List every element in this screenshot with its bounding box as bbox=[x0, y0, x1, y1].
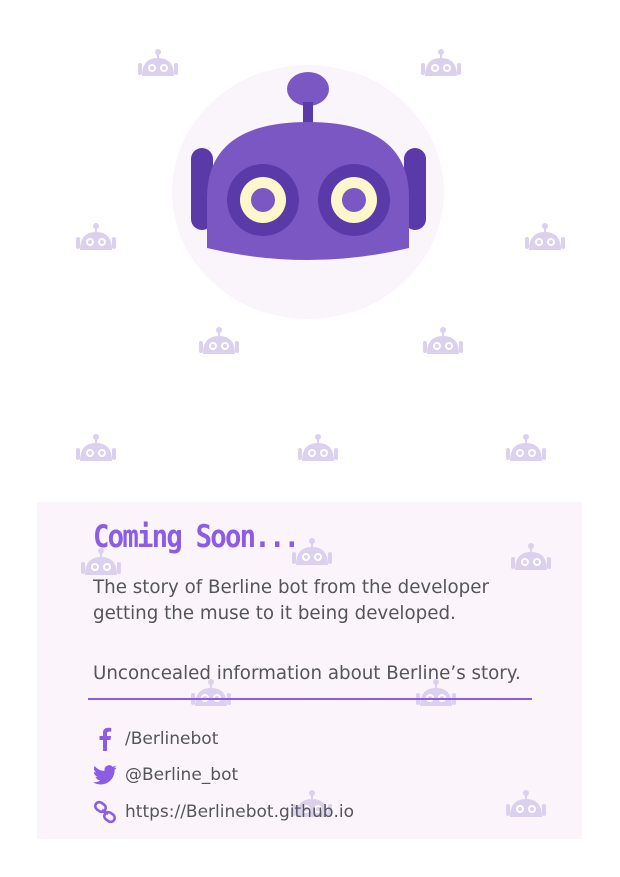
link-icon bbox=[93, 800, 117, 824]
social-link-facebook[interactable]: /Berlinebot bbox=[93, 726, 218, 752]
website-url[interactable]: https://Berlinebot.github.io bbox=[125, 802, 354, 822]
twitter-icon bbox=[93, 763, 117, 787]
watermark-bot-icon bbox=[422, 326, 464, 360]
watermark-bot-icon bbox=[297, 433, 339, 467]
coming-soon-title: Coming Soon... bbox=[93, 519, 300, 555]
twitter-handle[interactable]: @Berline_bot bbox=[125, 765, 238, 785]
social-link-twitter[interactable]: @Berline_bot bbox=[93, 762, 238, 788]
watermark-bot-icon bbox=[505, 789, 547, 823]
facebook-icon bbox=[93, 727, 117, 751]
story-info-text: Unconcealed information about Berline’s … bbox=[93, 662, 521, 684]
watermark-bot-icon bbox=[505, 433, 547, 467]
divider bbox=[88, 698, 532, 700]
facebook-handle[interactable]: /Berlinebot bbox=[125, 729, 218, 749]
watermark-bot-icon bbox=[198, 326, 240, 360]
watermark-bot-icon bbox=[524, 222, 566, 256]
story-description: The story of Berline bot from the develo… bbox=[93, 576, 489, 624]
watermark-bot-icon bbox=[75, 222, 117, 256]
robot-icon bbox=[186, 70, 432, 266]
watermark-bot-icon bbox=[75, 433, 117, 467]
social-link-website[interactable]: https://Berlinebot.github.io bbox=[93, 799, 354, 825]
watermark-bot-icon bbox=[510, 542, 552, 576]
watermark-bot-icon bbox=[137, 48, 179, 82]
